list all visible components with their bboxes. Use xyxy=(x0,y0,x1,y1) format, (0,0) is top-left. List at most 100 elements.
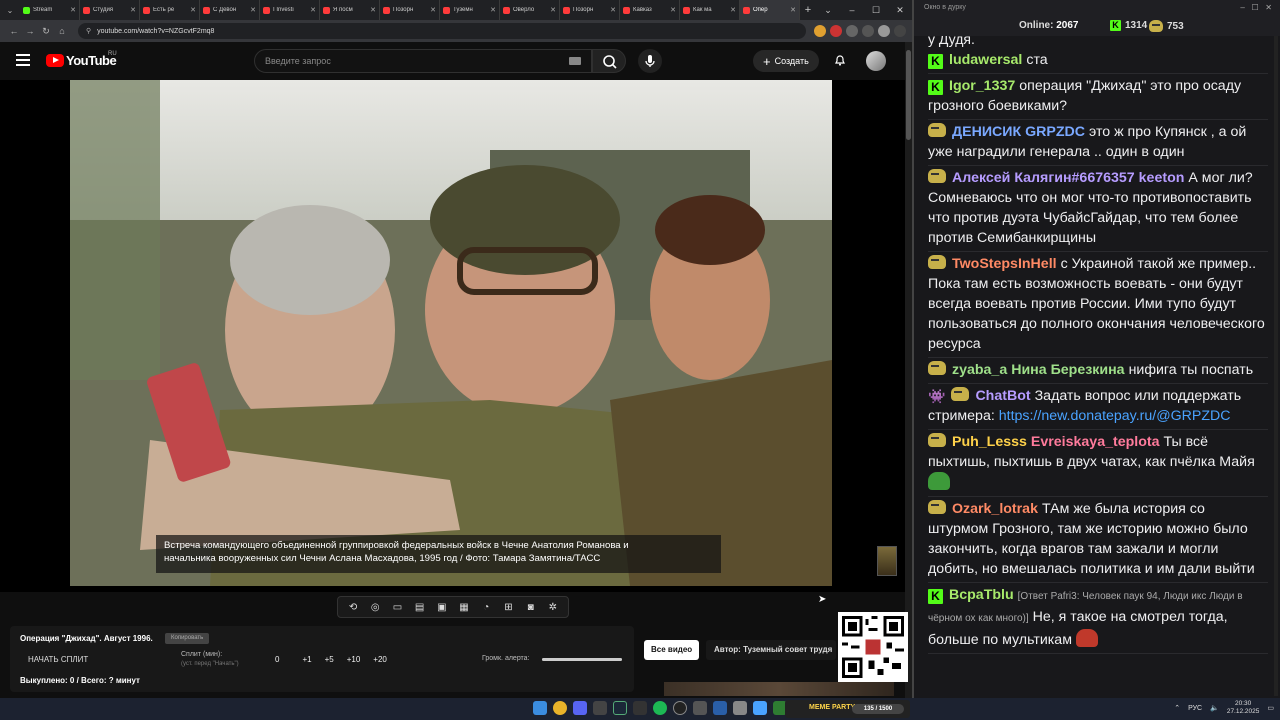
start-menu-icon[interactable] xyxy=(533,701,547,715)
chrome-icon[interactable] xyxy=(553,701,567,715)
app-icon[interactable] xyxy=(713,701,727,715)
app-icon[interactable] xyxy=(593,701,607,715)
maximize-button[interactable]: ☐ xyxy=(1251,3,1258,12)
alert-volume-slider[interactable] xyxy=(542,658,622,661)
browser-tab[interactable]: Как ма ✕ xyxy=(680,0,740,20)
voice-search-button[interactable] xyxy=(638,49,662,73)
create-button[interactable]: + Создать xyxy=(753,50,819,72)
author-button[interactable]: Автор: Туземный совет трудя xyxy=(706,640,836,660)
chat-mention[interactable]: GRPZDC xyxy=(1025,124,1085,140)
search-input[interactable]: Введите запрос xyxy=(254,49,592,73)
app-icon[interactable] xyxy=(753,701,767,715)
copy-button[interactable]: Копировать xyxy=(165,633,210,644)
chat-username[interactable]: Igor_1337 xyxy=(949,78,1015,94)
chat-mention[interactable]: Нина Березкина xyxy=(1011,362,1124,378)
menu-dots-icon[interactable] xyxy=(894,25,906,37)
close-button[interactable]: ✕ xyxy=(888,0,912,20)
back-arrow-icon[interactable]: ← xyxy=(6,26,22,36)
start-split-button[interactable]: НАЧАТЬ СПЛИТ xyxy=(28,655,88,664)
browser-tab[interactable]: Опер ✕ xyxy=(740,0,800,20)
add-frame-icon[interactable]: ⊞ xyxy=(502,602,514,613)
chat-username[interactable]: ChatBot xyxy=(975,388,1030,404)
reload-icon[interactable]: ↻ xyxy=(38,26,54,37)
chat-username[interactable]: ДЕНИСИК xyxy=(952,124,1021,140)
chat-username[interactable]: zyaba_a xyxy=(952,362,1007,378)
screenshot-icon[interactable]: ◙ xyxy=(525,602,537,613)
tab-close-icon[interactable]: ✕ xyxy=(430,6,436,14)
home-icon[interactable]: ⌂ xyxy=(54,26,70,36)
keyboard-icon[interactable] xyxy=(569,57,581,65)
chevron-up-icon[interactable]: ⌃ xyxy=(1174,704,1180,712)
chat-username[interactable]: Puh_Lesss xyxy=(952,434,1027,450)
hamburger-menu-icon[interactable] xyxy=(16,54,30,66)
browser-tab[interactable]: Позорн ✕ xyxy=(560,0,620,20)
browser-tab[interactable]: Кавказ ✕ xyxy=(620,0,680,20)
obs-icon[interactable] xyxy=(673,701,687,715)
chat-mention[interactable]: Evreiskaya_teplota xyxy=(1031,434,1160,450)
tab-close-icon[interactable]: ✕ xyxy=(730,6,736,14)
settings-gear-icon[interactable]: ✲ xyxy=(547,602,559,613)
loop-icon[interactable]: ⟲ xyxy=(347,602,359,613)
tab-close-icon[interactable]: ✕ xyxy=(610,6,616,14)
page-scrollbar[interactable] xyxy=(905,42,912,698)
minimize-button[interactable]: – xyxy=(840,0,864,20)
tab-close-icon[interactable]: ✕ xyxy=(310,6,316,14)
browser-tab[interactable]: С Девон ✕ xyxy=(200,0,260,20)
forward-arrow-icon[interactable]: → xyxy=(22,26,38,36)
profile-icon[interactable] xyxy=(878,25,890,37)
maximize-button[interactable]: ☐ xyxy=(864,0,888,20)
close-button[interactable]: ✕ xyxy=(1265,3,1272,12)
notifications-icon[interactable]: ▭ xyxy=(1267,704,1274,712)
extension-icon[interactable] xyxy=(846,25,858,37)
url-field[interactable]: ⚲ youtube.com/watch?v=NZGcvtF2mq8 xyxy=(78,23,806,39)
site-info-icon[interactable]: ⚲ xyxy=(86,27,91,35)
extension-icon[interactable] xyxy=(830,25,842,37)
chat-username[interactable]: ludawersal xyxy=(949,52,1022,68)
browser-tab[interactable]: Студия ✕ xyxy=(80,0,140,20)
speed-icon[interactable]: ◔ xyxy=(480,602,492,613)
discord-icon[interactable] xyxy=(573,701,587,715)
avatar[interactable] xyxy=(866,51,886,71)
tab-close-icon[interactable]: ✕ xyxy=(70,6,76,14)
broadcast-icon[interactable]: ◎ xyxy=(369,602,381,613)
chevron-down-icon[interactable]: ⌄ xyxy=(816,0,840,20)
tab-close-icon[interactable]: ✕ xyxy=(550,6,556,14)
tab-search-icon[interactable]: ⌄ xyxy=(0,0,20,20)
filmstrip-icon[interactable]: ▦ xyxy=(458,602,470,613)
app-icon[interactable] xyxy=(733,701,747,715)
chat-username[interactable]: BcpaTblu xyxy=(949,587,1014,603)
chat-scrollbar[interactable] xyxy=(1274,36,1278,696)
browser-tab[interactable]: Оверло ✕ xyxy=(500,0,560,20)
split-value-button[interactable]: +5 xyxy=(325,655,334,664)
downloads-icon[interactable] xyxy=(862,25,874,37)
browser-tab[interactable]: I Investi ✕ xyxy=(260,0,320,20)
browser-tab[interactable]: Туземн ✕ xyxy=(440,0,500,20)
chat-username[interactable]: Ozark_lotrak xyxy=(952,501,1038,517)
all-videos-button[interactable]: Все видео xyxy=(644,640,700,660)
youtube-logo[interactable]: YouTube RU xyxy=(46,51,117,68)
language-indicator[interactable]: РУС xyxy=(1188,705,1202,712)
donate-link[interactable]: https://new.donatepay.ru/@GRPZDC xyxy=(999,408,1231,424)
app-icon[interactable] xyxy=(633,701,647,715)
tab-close-icon[interactable]: ✕ xyxy=(790,6,796,14)
search-button[interactable] xyxy=(592,49,626,73)
tab-close-icon[interactable]: ✕ xyxy=(190,6,196,14)
volume-icon[interactable]: 🔈 xyxy=(1210,704,1219,712)
browser-tab[interactable]: Stream ✕ xyxy=(20,0,80,20)
meme-party-widget[interactable]: MEME PARTY 135 / 1500 xyxy=(785,700,910,718)
spotify-icon[interactable] xyxy=(653,701,667,715)
minimize-button[interactable]: – xyxy=(1240,3,1244,12)
browser-tab[interactable]: Я посм ✕ xyxy=(320,0,380,20)
screencast-icon[interactable]: ▭ xyxy=(391,602,403,613)
clock[interactable]: 20:30 27.12.2025 xyxy=(1227,700,1260,716)
new-tab-button[interactable]: + xyxy=(800,4,816,16)
picture-in-picture-icon[interactable]: ▣ xyxy=(436,602,448,613)
notifications-bell-icon[interactable] xyxy=(833,53,847,67)
steam-icon[interactable] xyxy=(613,701,627,715)
chat-username[interactable]: TwoStepsInHell xyxy=(952,256,1057,272)
chat-mention[interactable]: keeton xyxy=(1139,170,1185,186)
tab-close-icon[interactable]: ✕ xyxy=(670,6,676,14)
split-value-button[interactable]: 0 xyxy=(275,655,279,664)
browser-tab[interactable]: Есть ре ✕ xyxy=(140,0,200,20)
split-value-button[interactable]: +1 xyxy=(302,655,311,664)
